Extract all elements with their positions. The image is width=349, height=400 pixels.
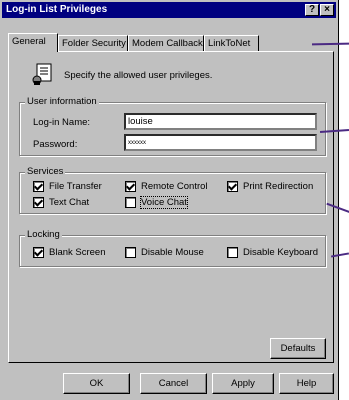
checkbox-box — [125, 247, 136, 258]
checkbox-box — [125, 181, 136, 192]
services-group: Services File Transfer Remote Control Pr… — [19, 166, 326, 214]
user-info-group: User information Log-in Name: louise Pas… — [19, 96, 326, 156]
checkbox-label: Print Redirection — [243, 181, 314, 192]
file-transfer-checkbox[interactable]: File Transfer — [33, 181, 102, 192]
privileges-icon — [31, 62, 55, 86]
intro-text: Specify the allowed user privileges. — [64, 70, 213, 81]
checkbox-box — [125, 197, 136, 208]
checkbox-label: Blank Screen — [49, 247, 106, 258]
checkbox-box — [227, 247, 238, 258]
disable-keyboard-checkbox[interactable]: Disable Keyboard — [227, 247, 318, 258]
blank-screen-checkbox[interactable]: Blank Screen — [33, 247, 106, 258]
tab-modem-callback[interactable]: Modem Callback — [128, 35, 204, 51]
apply-button[interactable]: Apply — [212, 373, 274, 394]
checkbox-label: Remote Control — [141, 181, 208, 192]
checkbox-label: Text Chat — [49, 197, 90, 208]
checkbox-box — [33, 181, 44, 192]
close-button[interactable]: × — [320, 4, 334, 16]
cancel-button[interactable]: Cancel — [140, 373, 207, 394]
password-field[interactable]: xxxxxx — [124, 134, 317, 151]
checkbox-box — [227, 181, 238, 192]
tab-folder-security[interactable]: Folder Security — [58, 35, 128, 51]
user-info-title: User information — [25, 96, 99, 107]
checkbox-label: Disable Keyboard — [243, 247, 318, 258]
disable-mouse-checkbox[interactable]: Disable Mouse — [125, 247, 204, 258]
title-bar: Log-in List Privileges ? × — [2, 2, 336, 18]
print-redirection-checkbox[interactable]: Print Redirection — [227, 181, 313, 192]
checkbox-box — [33, 197, 44, 208]
login-name-field[interactable]: louise — [124, 113, 317, 130]
checkbox-box — [33, 247, 44, 258]
defaults-button[interactable]: Defaults — [270, 338, 326, 359]
help-dialog-button[interactable]: Help — [279, 373, 334, 394]
privileges-dialog: Log-in List Privileges ? × General Folde… — [0, 0, 339, 400]
callout-line-tabs — [311, 42, 349, 46]
checkbox-label: Disable Mouse — [141, 247, 204, 258]
ok-button[interactable]: OK — [63, 373, 130, 394]
locking-group: Locking Blank Screen Disable Mouse Disab… — [19, 229, 326, 267]
text-chat-checkbox[interactable]: Text Chat — [33, 197, 89, 208]
checkbox-label: Voice Chat — [140, 196, 188, 209]
tab-linktonet[interactable]: LinkToNet — [204, 35, 259, 51]
help-button[interactable]: ? — [305, 4, 319, 16]
voice-chat-checkbox[interactable]: Voice Chat — [125, 196, 188, 209]
checkbox-label: File Transfer — [49, 181, 102, 192]
login-label: Log-in Name: — [33, 117, 91, 128]
password-label: Password: — [33, 139, 78, 150]
general-panel: Specify the allowed user privileges. Use… — [8, 51, 334, 363]
window-title: Log-in List Privileges — [6, 4, 108, 15]
locking-title: Locking — [25, 229, 62, 240]
remote-control-checkbox[interactable]: Remote Control — [125, 181, 208, 192]
tab-general[interactable]: General — [8, 33, 58, 52]
services-title: Services — [25, 166, 66, 177]
